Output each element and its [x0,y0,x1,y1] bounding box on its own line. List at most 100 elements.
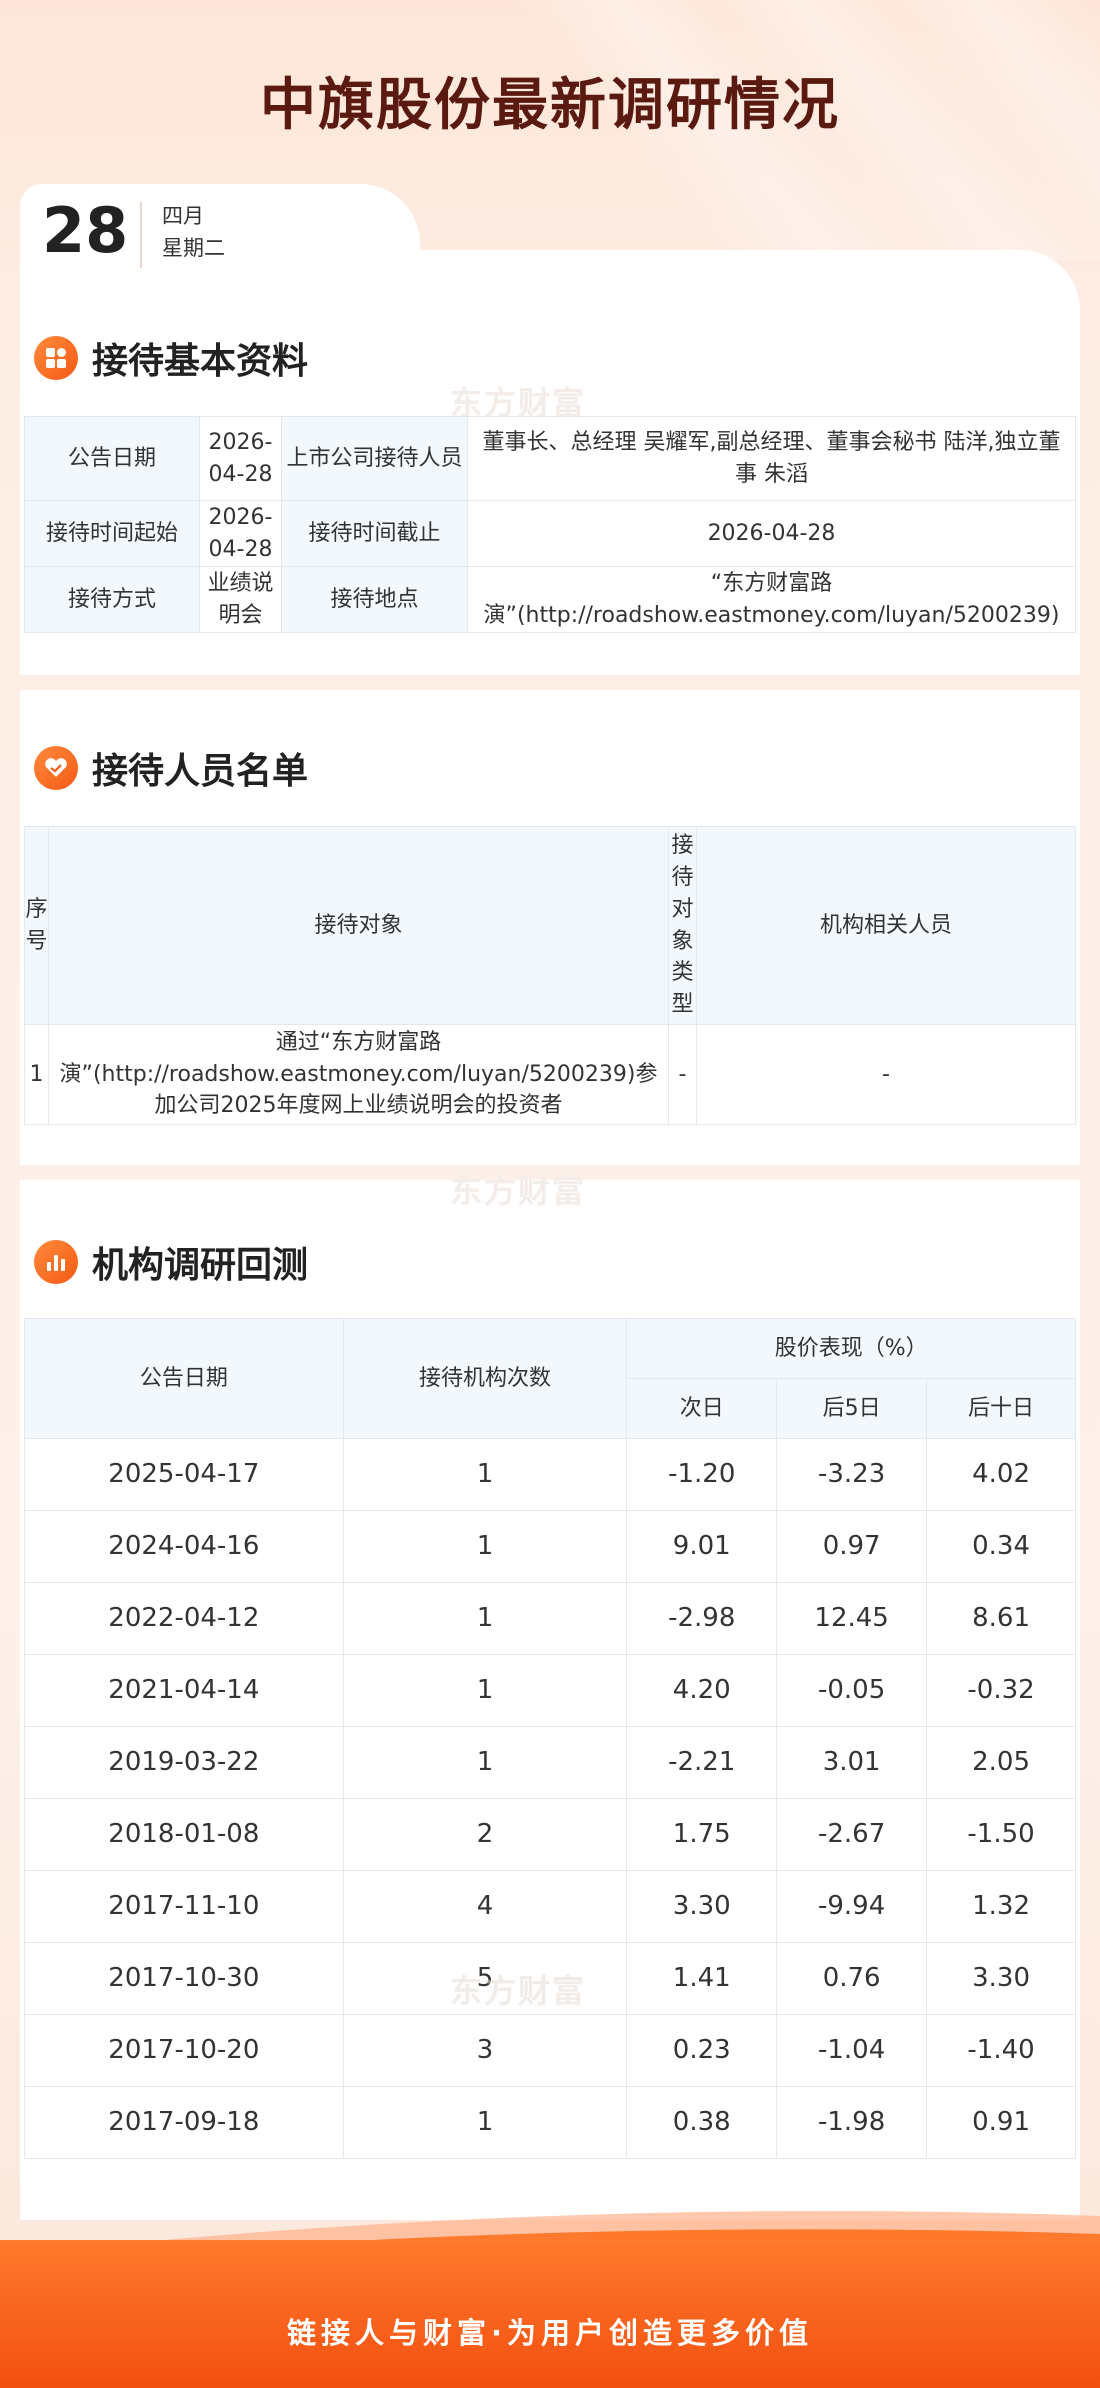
column-header: 接待对象类型 [668,826,697,1025]
table-cell: 2025-04-17 [24,1438,344,1511]
table-cell: -2.21 [626,1726,778,1799]
grid-icon [34,336,78,380]
field-label: 接待方式 [24,566,200,633]
table-cell: 1 [342,1438,628,1511]
table-cell: 9.01 [626,1510,778,1583]
table-cell: 0.91 [926,2086,1076,2159]
table-cell: 12.45 [776,1582,928,1655]
table-cell: 2018-01-08 [24,1798,344,1871]
field-value: 2026-04-28 [199,500,282,567]
table-cell: -1.40 [926,2014,1076,2087]
field-value: 2026-04-28 [199,416,282,501]
field-label: 接待时间起始 [24,500,200,567]
section-title: 机构调研回测 [92,1245,309,1286]
table-cell: 1.32 [926,1870,1076,1943]
section-title: 接待基本资料 [92,341,309,382]
table-cell: -0.32 [926,1654,1076,1727]
basic-info-header: 接待基本资料 [34,332,308,384]
table-row: 2018-01-08 2 1.75 -2.67 -1.50 [24,1798,1076,1871]
table-cell: 2017-09-18 [24,2086,344,2159]
section-title: 接待人员名单 [92,751,309,792]
footer-slogan: 链接人与财富·为用户创造更多价值 [286,2316,814,2350]
date-tab: 28 四月 星期二 [20,184,420,280]
column-header: 接待对象 [48,826,669,1025]
col-header-count: 接待机构次数 [342,1318,628,1439]
bar-chart-icon [34,1240,78,1284]
col-header-date: 公告日期 [24,1318,344,1439]
table-cell: 8.61 [926,1582,1076,1655]
column-header: 机构相关人员 [696,826,1076,1025]
table-row: 2024-04-16 1 9.01 0.97 0.34 [24,1510,1076,1583]
basic-info-card: 接待基本资料 东方财富 公告日期 2026-04-28 上市公司接待人员 董事长、总经… [20,250,1080,675]
date-divider [140,202,142,268]
field-label: 上市公司接待人员 [281,416,468,501]
table-cell: 2019-03-22 [24,1726,344,1799]
table-cell: 1 [342,1510,628,1583]
table-cell: 0.97 [776,1510,928,1583]
table-cell: -3.23 [776,1438,928,1511]
table-cell: 2017-10-20 [24,2014,344,2087]
basic-info-table: 公告日期 2026-04-28 上市公司接待人员 董事长、总经理 吴耀军,副总经理、董… [24,416,1076,633]
research-backtest-header: 机构调研回测 [34,1236,308,1288]
table-cell: 通过“东方财富路演”(http://roadshow.eastmoney.com… [48,1024,669,1125]
table-cell: 1.41 [626,1942,778,2015]
table-cell: 0.23 [626,2014,778,2087]
table-cell: 0.38 [626,2086,778,2159]
table-cell: -1.98 [776,2086,928,2159]
field-value: 2026-04-28 [467,500,1076,567]
table-cell: 3.30 [626,1870,778,1943]
table-cell: 2 [342,1798,628,1871]
table-cell: 2017-10-30 [24,1942,344,2015]
table-cell: 4 [342,1870,628,1943]
watermark: 东方财富 [450,1972,587,2010]
table-cell: 1 [342,2086,628,2159]
watermark: 东方财富 [450,1172,587,1210]
table-cell: -1.50 [926,1798,1076,1871]
reception-list-table: 序号 接待对象 接待对象类型 机构相关人员 1 通过“东方财富路演”(http://ro… [24,826,1076,1125]
col-header-next-day: 次日 [626,1378,778,1439]
table-row: 2025-04-17 1 -1.20 -3.23 4.02 [24,1438,1076,1511]
table-row: 接待方式 业绩说明会 接待地点 “东方财富路演”(http://roadshow.ea… [24,566,1076,633]
table-cell: 1 [342,1726,628,1799]
table-row: 2021-04-14 1 4.20 -0.05 -0.32 [24,1654,1076,1727]
table-cell: 2022-04-12 [24,1582,344,1655]
table-cell: 0.76 [776,1942,928,2015]
date-weekday: 星期二 [162,236,225,260]
col-header-10-days: 后十日 [926,1378,1076,1439]
table-cell: 3.30 [926,1942,1076,2015]
handshake-icon [34,746,78,790]
table-row: 2019-03-22 1 -2.21 3.01 2.05 [24,1726,1076,1799]
reception-list-header: 接待人员名单 [34,742,308,794]
table-row: 接待时间起始 2026-04-28 接待时间截止 2026-04-28 [24,500,1076,567]
table-cell: 4.20 [626,1654,778,1727]
field-value: 业绩说明会 [199,566,282,633]
table-cell: -1.20 [626,1438,778,1511]
col-header-5-days: 后5日 [776,1378,928,1439]
date-month: 四月 [162,204,204,228]
table-cell: 1 [342,1582,628,1655]
table-cell: 3 [342,2014,628,2087]
reception-list-card: 接待人员名单 序号 接待对象 接待对象类型 机构相关人员 1 通过“东方财富路演”(ht… [20,690,1080,1165]
field-value: “东方财富路演”(http://roadshow.eastmoney.com/l… [467,566,1076,633]
research-backtest-card: 东方财富 机构调研回测 东方财富 公告日期 接待机构次数 股价表现（%） 次日 … [20,1172,1080,2220]
field-label: 公告日期 [24,416,200,501]
col-header-performance: 股价表现（%） [626,1318,1076,1379]
table-cell: 2021-04-14 [24,1654,344,1727]
table-cell: - [696,1024,1076,1125]
table-cell: 3.01 [776,1726,928,1799]
table-cell: 1 [342,1654,628,1727]
table-cell: 2024-04-16 [24,1510,344,1583]
table-cell: -2.67 [776,1798,928,1871]
table-row: 2017-11-10 4 3.30 -9.94 1.32 [24,1870,1076,1943]
table-cell: 4.02 [926,1438,1076,1511]
table-row: 2017-10-20 3 0.23 -1.04 -1.40 [24,2014,1076,2087]
table-cell: -9.94 [776,1870,928,1943]
field-value: 董事长、总经理 吴耀军,副总经理、董事会秘书 陆洋,独立董事 朱滔 [467,416,1076,501]
table-cell: 2.05 [926,1726,1076,1799]
table-cell: 1 [24,1024,49,1125]
research-backtest-table: 公告日期 接待机构次数 股价表现（%） 次日 后5日 后十日 2025-04-1… [24,1318,1076,2159]
table-row: 1 通过“东方财富路演”(http://roadshow.eastmoney.co… [24,1024,1076,1125]
table-cell: -2.98 [626,1582,778,1655]
field-label: 接待地点 [281,566,468,633]
table-cell: -1.04 [776,2014,928,2087]
